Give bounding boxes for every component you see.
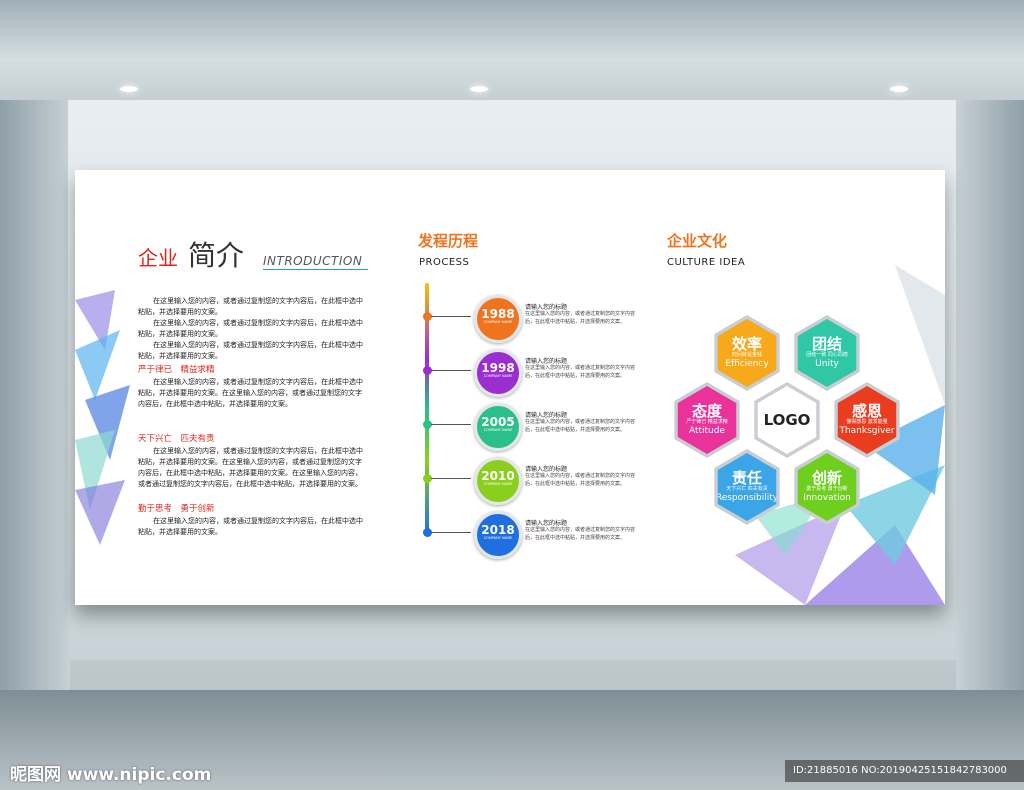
timeline-item-body: 在这里输入您的内容，或者通过复制您的文字内容后，在此框中选中粘贴，并选择要用的文… bbox=[525, 365, 636, 379]
left-polygon-art bbox=[75, 290, 130, 545]
timeline-year: 1998 bbox=[481, 361, 515, 375]
timeline-item-body: 在这里输入您的内容，或者通过复制您的文字内容后，在此框中选中粘贴，并选择要用的文… bbox=[525, 473, 636, 487]
timeline-item-body: 在这里输入您的内容，或者通过复制您的文字内容后，在此框中选中粘贴，并选择要用的文… bbox=[525, 311, 636, 325]
right-wall bbox=[956, 100, 1024, 700]
culture-hex-face: 效率 时间就是金钱 Efficiency bbox=[717, 319, 777, 387]
timeline-year: 2005 bbox=[481, 415, 515, 429]
timeline-connector bbox=[431, 316, 471, 317]
culture-hex-face: 创新 勇于思考 勇于创新 Innovation bbox=[797, 453, 857, 521]
intro-paragraph: 在这里输入您的内容，或者通过复制您的文字内容后，在此框中选中粘贴，并选择要用的文… bbox=[138, 297, 363, 316]
watermark-logo: 昵图网 www.nipic.com bbox=[10, 765, 212, 785]
timeline-connector bbox=[431, 478, 471, 479]
timeline-item-title: 请输入您的标题 bbox=[525, 520, 568, 527]
left-wall bbox=[0, 100, 70, 700]
timeline-year-circle: 2018 COMPANY NAME bbox=[474, 511, 522, 559]
intro-subhead: 天下兴亡 匹夫有责 bbox=[138, 434, 215, 444]
culture-hex-en: Unity bbox=[815, 359, 839, 369]
culture-hex-title: 创新 bbox=[811, 469, 842, 487]
intro-paragraph: 在这里输入您的内容，或者通过复制您的文字内容后，在此框中选中粘贴，并选择要用的文… bbox=[138, 341, 363, 360]
culture-hex-title: 态度 bbox=[691, 402, 722, 420]
timeline-item-title: 请输入您的标题 bbox=[525, 466, 568, 473]
timeline-item-title: 请输入您的标题 bbox=[525, 412, 568, 419]
timeline-year-circle: 2005 COMPANY NAME bbox=[474, 403, 522, 451]
culture-hex-en: Efficiency bbox=[725, 359, 769, 369]
timeline-connector bbox=[431, 532, 471, 533]
intro-title-en: INTRODUCTION bbox=[263, 254, 363, 268]
culture-hex-en: Responsibility bbox=[715, 493, 779, 503]
timeline-year-circle: 1998 COMPANY NAME bbox=[474, 349, 522, 397]
intro-title-red: 企业 bbox=[138, 246, 178, 270]
culture-title: 企业文化 bbox=[667, 232, 728, 250]
intro-subhead: 严于律已 精益求精 bbox=[138, 365, 215, 375]
ceiling-light bbox=[120, 86, 138, 92]
timeline-year-circle: 1988 COMPANY NAME bbox=[474, 295, 522, 343]
culture-hex-en: Attitude bbox=[688, 426, 726, 436]
timeline-item-body: 在这里输入您的内容，或者通过复制您的文字内容后，在此框中选中粘贴，并选择要用的文… bbox=[525, 419, 636, 433]
culture-hex-title: 感恩 bbox=[851, 402, 882, 420]
timeline-item-title: 请输入您的标题 bbox=[525, 304, 568, 311]
watermark-id: ID:21885016 NO:20190425151842783000 bbox=[785, 760, 1024, 782]
intro-subhead: 勤于思考 勇于创新 bbox=[138, 504, 215, 514]
culture-hex-en: Innovation bbox=[803, 493, 851, 503]
timeline-connector bbox=[431, 370, 471, 371]
timeline-year: 2010 bbox=[481, 469, 515, 483]
display-board: 企业 简介 INTRODUCTION 在这里输入您的内容，或者通过复制您的文字内… bbox=[75, 170, 945, 605]
culture-hex-motto: 严于律已 精益求精 bbox=[686, 419, 728, 425]
intro-paragraph: 在这里输入您的内容，或者通过复制您的文字内容后，在此框中选中粘贴，并选择要用的文… bbox=[138, 319, 363, 338]
timeline-connector bbox=[431, 424, 471, 425]
intro-paragraph: 在这里输入您的内容，或者通过复制您的文字内容后，在此框中选中粘贴，并选择要用的文… bbox=[138, 517, 363, 536]
timeline-item-body: 在这里输入您的内容，或者通过复制您的文字内容后，在此框中选中粘贴，并选择要用的文… bbox=[525, 527, 636, 541]
culture-hex-face: 责任 天下兴亡 匹夫有责 Responsibility bbox=[715, 453, 779, 521]
culture-hex-face: 态度 严于律已 精益求精 Attitude bbox=[677, 386, 737, 454]
culture-hex-motto: 团结一致 同心同德 bbox=[806, 352, 848, 358]
timeline-year-circle: 2010 COMPANY NAME bbox=[474, 457, 522, 505]
process-subtitle: PROCESS bbox=[419, 257, 470, 268]
timeline-year: 2018 bbox=[481, 523, 515, 537]
culture-hex-motto: 勇于思考 勇于创新 bbox=[806, 486, 848, 492]
timeline-year: 1988 bbox=[481, 307, 515, 321]
process-title: 发程历程 bbox=[418, 232, 479, 250]
title-underline bbox=[263, 269, 368, 270]
logo-text: LOGO bbox=[763, 411, 811, 429]
culture-hex-motto: 天下兴亡 匹夫有责 bbox=[726, 486, 768, 492]
ceiling-light bbox=[470, 86, 488, 92]
culture-hex-face: 感恩 懂得感恩 激发能量 Thanksgiver bbox=[837, 386, 897, 454]
intro-paragraph: 在这里输入您的内容，或者通过复制您的文字内容后，在此框中选中粘贴，并选择要用的文… bbox=[138, 378, 363, 408]
culture-hex-en: Thanksgiver bbox=[839, 426, 895, 436]
ceiling-light bbox=[890, 86, 908, 92]
culture-hex-title: 责任 bbox=[731, 469, 762, 487]
culture-hex-motto: 懂得感恩 激发能量 bbox=[846, 419, 888, 425]
culture-hex-face: 团结 团结一致 同心同德 Unity bbox=[797, 319, 857, 387]
culture-subtitle: CULTURE IDEA bbox=[667, 257, 746, 268]
culture-hex-title: 效率 bbox=[731, 335, 762, 353]
culture-hex-title: 团结 bbox=[811, 335, 842, 353]
intro-paragraph: 在这里输入您的内容，或者通过复制您的文字内容后，在此框中选中粘贴，并选择要用的文… bbox=[138, 447, 363, 488]
ceiling bbox=[0, 0, 1024, 100]
intro-title: 简介 bbox=[188, 239, 245, 272]
timeline-item-title: 请输入您的标题 bbox=[525, 358, 568, 365]
culture-hex-motto: 时间就是金钱 bbox=[731, 352, 762, 358]
logo-hex-face: LOGO bbox=[757, 386, 817, 454]
